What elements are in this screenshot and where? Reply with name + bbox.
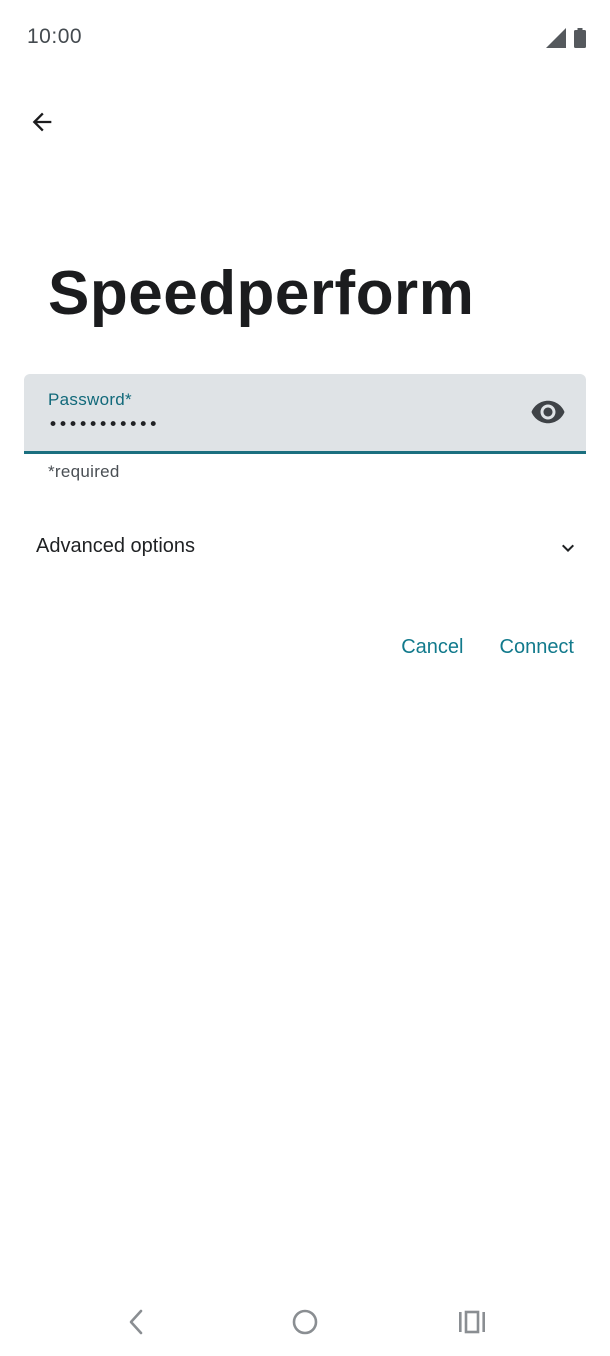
password-input[interactable] [48,415,508,435]
nav-home-button[interactable] [285,1304,325,1344]
battery-icon [574,28,586,53]
dialog-actions: Cancel Connect [389,624,586,671]
connect-button[interactable]: Connect [488,624,587,671]
chevron-down-icon [556,536,580,560]
cancel-button[interactable]: Cancel [389,624,475,671]
nav-home-icon [291,1308,319,1341]
page-title: Speedperform [48,259,475,328]
advanced-options-toggle[interactable]: Advanced options [24,518,586,576]
required-helper-text: *required [48,462,120,481]
nav-back-icon [124,1308,148,1341]
nav-back-button[interactable] [116,1304,156,1344]
toggle-password-visibility-button[interactable] [528,394,568,434]
system-nav-bar [0,1290,610,1356]
signal-icon [546,28,566,53]
status-bar: 10:00 [0,0,610,78]
nav-recents-button[interactable] [452,1304,492,1344]
status-time: 10:00 [27,25,83,48]
back-button[interactable] [18,100,66,148]
advanced-options-label: Advanced options [36,535,196,557]
nav-recents-icon [458,1309,486,1340]
eye-icon [530,394,566,435]
password-label: Password* [48,390,132,409]
arrow-left-icon [28,108,56,141]
password-field[interactable]: Password* [24,374,586,454]
status-icons [546,28,586,53]
